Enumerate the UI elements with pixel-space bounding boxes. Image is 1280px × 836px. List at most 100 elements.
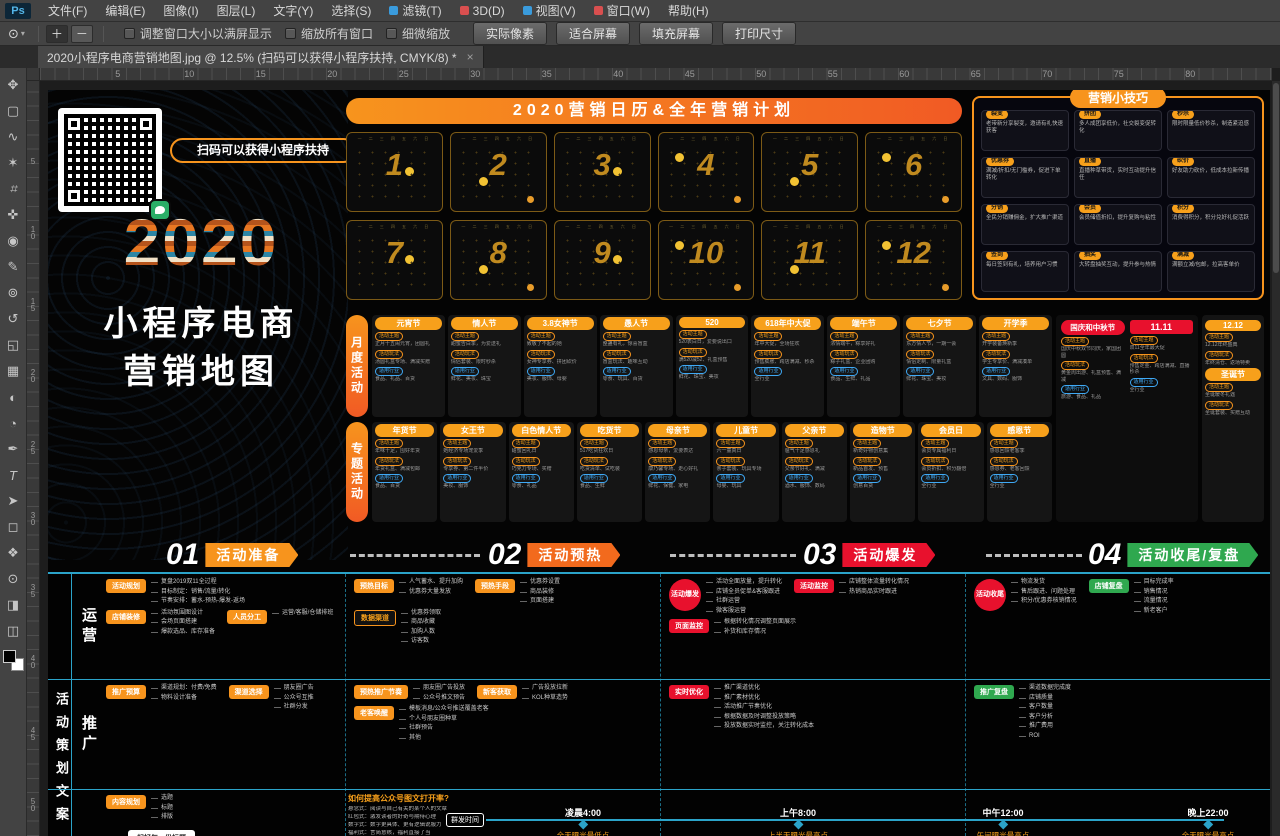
map-leaves: 优惠券设置商品装修页面搭建 bbox=[520, 579, 560, 606]
menu-image[interactable]: 图像(I) bbox=[154, 0, 207, 21]
map-leaf: 推广渠道优化 bbox=[714, 685, 814, 693]
map-node: 活动收尾 bbox=[974, 579, 1006, 611]
tab-close-icon[interactable]: × bbox=[467, 50, 474, 64]
industry-tag: 适用行业 bbox=[603, 367, 631, 376]
tip-label: 裂变 bbox=[986, 110, 1008, 119]
month-number: 8 bbox=[451, 235, 546, 271]
color-swatches[interactable] bbox=[3, 650, 24, 671]
path-select-tool[interactable]: ➤ bbox=[1, 490, 25, 512]
pen-tool[interactable]: ✒ bbox=[1, 438, 25, 460]
theme-tag: 活动主题 bbox=[990, 439, 1018, 448]
quick-mask-button[interactable]: ◨ bbox=[1, 594, 25, 616]
special-activities-label: 专题活动 bbox=[346, 422, 368, 522]
month-number: 1 bbox=[347, 147, 442, 183]
scrubby-zoom-checkbox[interactable]: 细微缩放 bbox=[386, 25, 450, 42]
tip-card: 优惠券 满减/折扣/无门槛券，促进下单转化 bbox=[981, 157, 1069, 198]
menu-badge-icon bbox=[460, 6, 469, 15]
magic-wand-tool[interactable]: ✶ bbox=[1, 152, 25, 174]
calendar-month: 一 二 三 四 五 六 日 11 bbox=[761, 220, 858, 300]
band-promotion: 推广 推广预算 渠道规划：付费/免费物料设计准备 渠道选择 朋友圈广告公众号互推… bbox=[48, 680, 1270, 790]
eyedropper-tool[interactable]: ✜ bbox=[1, 204, 25, 226]
menu-filter[interactable]: 滤镜(T) bbox=[380, 0, 450, 21]
activity-name: 感恩节 bbox=[990, 424, 1049, 437]
menu-view[interactable]: 视图(V) bbox=[514, 0, 585, 21]
industry-tag: 适用行业 bbox=[443, 474, 471, 483]
brush-tool[interactable]: ✎ bbox=[1, 256, 25, 278]
marquee-tool[interactable]: ▢ bbox=[1, 100, 25, 122]
map-leaf: 新老客户 bbox=[1134, 608, 1174, 616]
resize-windows-checkbox[interactable]: 调整窗口大小以满屏显示 bbox=[124, 25, 272, 42]
clone-stamp-tool[interactable]: ⊚ bbox=[1, 282, 25, 304]
activity-column: 造物节 活动主题 新奇好物创意集 活动玩法 新品首发、预售 适用行业 创意百货 bbox=[850, 422, 915, 522]
menu-3d[interactable]: 3D(D) bbox=[451, 0, 514, 21]
print-size-button[interactable]: 打印尺寸 bbox=[722, 22, 796, 45]
calendar-banner: 2020营销日历&全年营销计划 bbox=[346, 98, 962, 124]
hand-tool[interactable]: ❖ bbox=[1, 542, 25, 564]
activity-name: 愚人节 bbox=[603, 317, 670, 330]
map-leaf: 目标完成率 bbox=[1134, 579, 1174, 587]
healing-brush-tool[interactable]: ◉ bbox=[1, 230, 25, 252]
map-leaf: 朋友圈广告投放 bbox=[413, 685, 465, 693]
photoshop-logo[interactable]: Ps bbox=[5, 3, 31, 19]
double12-christmas-column: 12.12 活动主题 12.12年终盛典 活动玩法 年终清仓、返场特卖 圣诞节 … bbox=[1202, 315, 1264, 522]
theme-tag: 活动主题 bbox=[512, 439, 540, 448]
zoom-all-windows-checkbox[interactable]: 缩放所有窗口 bbox=[285, 25, 373, 42]
industry-text: 旅游、食品、礼品 bbox=[1061, 394, 1125, 401]
separator bbox=[38, 26, 39, 42]
ruler-number: 4 5 bbox=[27, 698, 39, 770]
diamond-marker-icon bbox=[793, 820, 803, 830]
fill-screen-button[interactable]: 填充屏幕 bbox=[639, 22, 713, 45]
menu-select[interactable]: 选择(S) bbox=[322, 0, 380, 21]
menu-file[interactable]: 文件(F) bbox=[39, 0, 96, 21]
eraser-tool[interactable]: ◱ bbox=[1, 334, 25, 356]
zoom-tool[interactable]: ⊙ bbox=[1, 568, 25, 590]
menu-help[interactable]: 帮助(H) bbox=[659, 0, 718, 21]
type-tool[interactable]: T bbox=[1, 464, 25, 486]
tip-text: 会员储值折扣，提升复购与粘性 bbox=[1079, 215, 1157, 222]
menu-layer[interactable]: 图层(L) bbox=[208, 0, 265, 21]
lasso-tool[interactable]: ∿ bbox=[1, 126, 25, 148]
menu-type[interactable]: 文字(Y) bbox=[264, 0, 322, 21]
map-leaf: 根据数据及时调整投放策略 bbox=[714, 714, 814, 722]
play-text: 年货礼盒、满减包邮 bbox=[375, 466, 434, 473]
map-leaf: 公众号互推 bbox=[274, 695, 314, 703]
vertical-ruler[interactable]: 51 01 52 02 53 03 54 04 55 0 bbox=[27, 81, 40, 836]
weekday-header: 一 二 三 四 五 六 日 bbox=[347, 136, 442, 142]
tip-label: 优惠券 bbox=[986, 157, 1014, 166]
band-operations-label: 运营 bbox=[78, 607, 99, 647]
scrollbar-thumb[interactable] bbox=[1273, 83, 1279, 273]
play-tag: 活动玩法 bbox=[375, 350, 403, 359]
theme-tag: 活动主题 bbox=[921, 439, 949, 448]
activity-column: 618年中大促 活动主题 年中大促，全场狂欢 活动玩法 预售膨胀、跨店满减、秒杀… bbox=[751, 315, 824, 417]
play-tag: 活动玩法 bbox=[580, 457, 608, 466]
diamond-marker-icon bbox=[578, 820, 588, 830]
vertical-scrollbar[interactable] bbox=[1272, 81, 1280, 836]
gradient-tool[interactable]: ▦ bbox=[1, 360, 25, 382]
horizontal-ruler[interactable]: 5101520253035404550556065707580 bbox=[40, 68, 1272, 81]
menu-label: 文字(Y) bbox=[273, 2, 313, 19]
map-node: 店铺装修 bbox=[106, 610, 146, 624]
phase-4-label: 活动收尾/复盘 bbox=[1127, 543, 1258, 567]
document-tab[interactable]: 2020小程序电商营销地图.jpg @ 12.5% (扫码可以获得小程序扶持, … bbox=[38, 46, 484, 68]
menu-edit[interactable]: 编辑(E) bbox=[96, 0, 154, 21]
zoom-tool-preset[interactable]: ⊙ ▾ bbox=[8, 26, 25, 42]
fit-screen-button[interactable]: 适合屏幕 bbox=[556, 22, 630, 45]
zoom-in-button[interactable]: ＋ bbox=[46, 25, 68, 43]
actual-pixels-button[interactable]: 实际像素 bbox=[473, 22, 547, 45]
calendar-month: 一 二 三 四 五 六 日 12 bbox=[865, 220, 962, 300]
canvas[interactable]: 扫码可以获得小程序扶持 2020 小程序电商 营销地图 2020营销日历&全年营… bbox=[40, 81, 1272, 836]
foreground-color-swatch[interactable] bbox=[3, 650, 16, 663]
history-brush-tool[interactable]: ↺ bbox=[1, 308, 25, 330]
move-tool[interactable]: ✥ bbox=[1, 74, 25, 96]
blur-tool[interactable]: ◐ bbox=[1, 386, 25, 408]
crop-tool[interactable]: ⌗ bbox=[1, 178, 25, 200]
dodge-tool[interactable]: ◔ bbox=[1, 412, 25, 434]
menu-window[interactable]: 窗口(W) bbox=[585, 0, 659, 21]
menu-label: 图像(I) bbox=[163, 2, 198, 19]
weekday-header: 一 二 三 四 五 六 日 bbox=[451, 224, 546, 230]
play-text: 感恩券、老客回馈 bbox=[990, 466, 1049, 473]
play-tag: 活动玩法 bbox=[990, 457, 1018, 466]
screen-mode-button[interactable]: ◫ bbox=[1, 620, 25, 642]
shape-tool[interactable]: ◻ bbox=[1, 516, 25, 538]
zoom-out-button[interactable]: － bbox=[71, 25, 93, 43]
